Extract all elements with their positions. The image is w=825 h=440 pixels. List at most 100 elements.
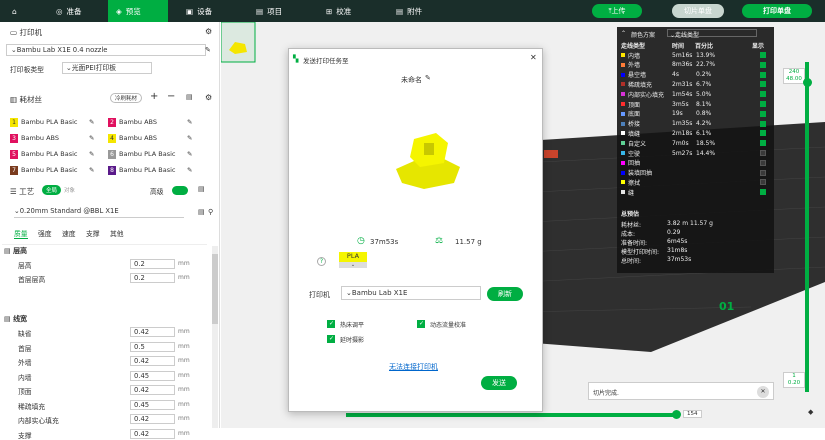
scrollbar-thumb[interactable] xyxy=(212,254,218,324)
filament-color-swatch[interactable]: 4 xyxy=(108,133,116,143)
filament-item[interactable]: 3 Bambu ABS ✎ xyxy=(10,132,94,144)
filament-tag[interactable]: PLA xyxy=(339,252,367,262)
legend-visibility-checkbox[interactable] xyxy=(760,120,766,127)
filament-color-swatch[interactable]: 2 xyxy=(108,117,116,127)
edit-icon[interactable]: ✎ xyxy=(89,166,94,174)
layers-icon[interactable]: ◆ xyxy=(808,408,813,416)
legend-visibility-checkbox[interactable] xyxy=(760,150,766,156)
tab-prepare[interactable]: ◎ 准备 xyxy=(48,0,108,22)
add-filament-icon[interactable]: + xyxy=(150,91,158,102)
edit-icon[interactable]: ✎ xyxy=(187,118,192,126)
legend-visibility-checkbox[interactable] xyxy=(760,91,766,98)
filament-dropdown[interactable]: ⌄ xyxy=(339,262,367,268)
flow-calibration-checkbox[interactable] xyxy=(417,320,425,330)
filament-color-swatch[interactable]: 5 xyxy=(10,149,18,159)
remove-filament-icon[interactable]: − xyxy=(167,91,175,102)
tab-preview[interactable]: ◈ 预览 xyxy=(108,0,168,22)
legend-visibility-checkbox[interactable] xyxy=(760,110,766,117)
process-tab[interactable]: 强度 xyxy=(38,228,52,238)
collapse-icon[interactable]: ⌃ xyxy=(621,30,626,37)
home-button[interactable]: ⌂ xyxy=(4,0,25,22)
color-scheme-select[interactable]: ⌄走线类型 xyxy=(667,29,757,39)
cannot-connect-link[interactable]: 无法连接打印机 xyxy=(389,362,438,372)
param-input[interactable]: 0.2 xyxy=(130,273,175,283)
edit-icon[interactable]: ✎ xyxy=(89,118,94,126)
legend-visibility-checkbox[interactable] xyxy=(760,159,766,166)
tab-project[interactable]: ▤ 项目 xyxy=(248,0,308,22)
filament-color-swatch[interactable]: 3 xyxy=(10,133,18,143)
save-icon[interactable]: ▤ xyxy=(186,93,193,101)
refresh-button[interactable]: 刷新 xyxy=(487,287,523,301)
tab-calibration[interactable]: ⊞ 校准 xyxy=(318,0,378,22)
param-input[interactable]: 0.45 xyxy=(130,399,175,410)
filament-color-swatch[interactable]: 8 xyxy=(108,165,116,175)
param-input[interactable]: 0.42 xyxy=(130,385,175,395)
edit-icon[interactable]: ✎ xyxy=(89,150,94,158)
filament-item[interactable]: 1 Bambu PLA Basic ✎ xyxy=(10,116,94,128)
param-input[interactable]: 0.42 xyxy=(130,356,175,366)
send-button[interactable]: 发送 xyxy=(481,376,517,390)
process-preset-select[interactable]: ⌄0.20mm Standard @BBL X1E xyxy=(14,206,184,218)
param-input[interactable]: 0.42 xyxy=(130,327,175,337)
advanced-switch[interactable] xyxy=(172,186,188,195)
bed-leveling-checkbox[interactable] xyxy=(327,320,335,330)
slice-button[interactable]: 切片单盘 xyxy=(672,4,724,18)
upload-button[interactable]: ⤒ 上传 xyxy=(592,4,642,18)
param-input[interactable]: 0.42 xyxy=(130,414,175,424)
edit-icon[interactable]: ✎ xyxy=(187,150,192,158)
filament-color-swatch[interactable]: 1 xyxy=(10,117,18,127)
filament-item[interactable]: 5 Bambu PLA Basic ✎ xyxy=(10,148,94,160)
move-slider-handle[interactable] xyxy=(672,410,681,419)
layer-top-handle[interactable] xyxy=(803,78,812,87)
filament-gear-icon[interactable]: ⚙ xyxy=(205,93,212,102)
legend-visibility-checkbox[interactable] xyxy=(760,71,766,78)
legend-visibility-checkbox[interactable] xyxy=(760,179,766,186)
filament-item[interactable]: 8 Bambu PLA Basic ✎ xyxy=(108,164,192,176)
print-button[interactable]: 打印单盘 xyxy=(742,4,812,18)
legend-visibility-checkbox[interactable] xyxy=(760,140,766,147)
save-preset-icon[interactable]: ▤ xyxy=(198,208,205,216)
edit-icon[interactable]: ✎ xyxy=(187,134,192,142)
compare-icon[interactable]: ▤ xyxy=(198,185,205,193)
legend-visibility-checkbox[interactable] xyxy=(760,101,766,107)
process-tab[interactable]: 质量 xyxy=(14,228,28,239)
param-input[interactable]: 0.2 xyxy=(130,259,175,269)
filament-item[interactable]: 6 Bambu PLA Basic ✎ xyxy=(108,148,192,160)
process-tab[interactable]: 速度 xyxy=(62,228,76,238)
edit-icon[interactable]: ✎ xyxy=(187,166,192,174)
search-icon[interactable]: ⚲ xyxy=(208,208,213,216)
filament-color-swatch[interactable]: 7 xyxy=(10,165,18,175)
process-tab[interactable]: 其他 xyxy=(110,228,124,238)
plate-type-select[interactable]: ⌄光面PEI打印板 xyxy=(62,62,152,74)
timelapse-checkbox[interactable] xyxy=(327,335,335,345)
filament-item[interactable]: 7 Bambu PLA Basic ✎ xyxy=(10,164,94,176)
legend-visibility-checkbox[interactable] xyxy=(760,52,766,58)
filament-color-swatch[interactable]: 6 xyxy=(108,149,116,159)
sync-filament-button[interactable]: 冷刷耗材 xyxy=(110,93,143,103)
printer-select[interactable]: ⌄Bambu Lab X1E xyxy=(341,286,481,300)
param-input[interactable]: 0.5 xyxy=(130,341,175,352)
edit-icon[interactable]: ✎ xyxy=(89,134,94,142)
tab-device[interactable]: ▣ 设备 xyxy=(178,0,238,22)
edit-name-icon[interactable]: ✎ xyxy=(425,74,431,82)
process-tab[interactable]: 支撑 xyxy=(86,228,100,238)
tab-attachments[interactable]: ▤ 附件 xyxy=(388,0,448,22)
param-input[interactable]: 0.42 xyxy=(130,428,175,439)
help-icon[interactable]: ? xyxy=(317,257,326,266)
object-toggle[interactable]: 对象 xyxy=(64,186,75,194)
filament-item[interactable]: 4 Bambu ABS ✎ xyxy=(108,132,192,144)
param-input[interactable]: 0.45 xyxy=(130,370,175,381)
printer-select[interactable]: ⌄Bambu Lab X1E 0.4 nozzle xyxy=(6,44,206,56)
gear-icon[interactable]: ⚙ xyxy=(205,27,212,36)
legend-visibility-checkbox[interactable] xyxy=(760,61,766,68)
legend-visibility-checkbox[interactable] xyxy=(760,81,766,88)
close-icon[interactable]: ✕ xyxy=(757,386,769,398)
global-toggle[interactable]: 全局 xyxy=(42,185,62,195)
close-icon[interactable]: ✕ xyxy=(530,53,537,62)
legend-visibility-checkbox[interactable] xyxy=(760,169,766,176)
legend-visibility-checkbox[interactable] xyxy=(760,189,766,196)
move-slider[interactable] xyxy=(346,413,676,417)
scrollbar-track[interactable] xyxy=(212,246,218,428)
plate-thumbnail[interactable] xyxy=(221,22,256,63)
legend-visibility-checkbox[interactable] xyxy=(760,130,766,137)
